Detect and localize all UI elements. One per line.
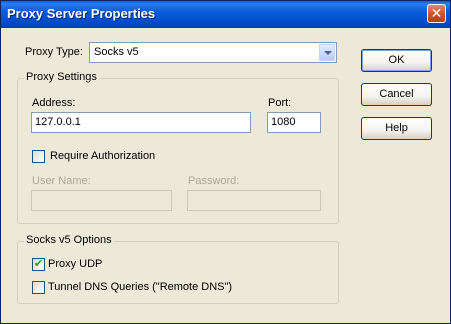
- dialog-title: Proxy Server Properties: [7, 6, 156, 21]
- username-input[interactable]: [31, 190, 172, 211]
- socks-options-group: Socks v5 Options: [17, 234, 339, 304]
- username-label: User Name:: [32, 175, 91, 187]
- close-button[interactable]: ✕: [427, 4, 446, 23]
- port-label: Port:: [268, 97, 292, 109]
- proxy-server-properties-dialog: Proxy Server Properties ✕ Proxy Type: So…: [0, 0, 451, 324]
- ok-button[interactable]: OK: [361, 49, 432, 72]
- title-bar[interactable]: Proxy Server Properties ✕: [1, 1, 450, 28]
- address-input[interactable]: 127.0.0.1: [31, 112, 251, 133]
- help-button[interactable]: Help: [361, 117, 432, 140]
- proxy-type-label: Proxy Type:: [25, 46, 83, 58]
- close-icon: ✕: [430, 5, 443, 21]
- require-authorization-checkbox[interactable]: [32, 150, 45, 163]
- proxy-udp-label[interactable]: Proxy UDP: [48, 258, 102, 270]
- proxy-settings-group-label: Proxy Settings: [24, 71, 99, 83]
- chevron-down-icon[interactable]: [319, 44, 335, 61]
- tunnel-dns-checkbox[interactable]: [32, 281, 45, 294]
- port-input[interactable]: 1080: [267, 112, 321, 133]
- proxy-type-value: Socks v5: [94, 46, 139, 58]
- checkmark-icon: ✔: [33, 258, 44, 270]
- tunnel-dns-label[interactable]: Tunnel DNS Queries ("Remote DNS"): [48, 281, 232, 293]
- proxy-udp-checkbox[interactable]: ✔: [32, 258, 45, 271]
- cancel-button[interactable]: Cancel: [361, 83, 432, 106]
- address-label: Address:: [32, 97, 76, 109]
- proxy-type-select[interactable]: Socks v5: [89, 42, 337, 63]
- password-label: Password:: [188, 175, 240, 187]
- socks-options-group-label: Socks v5 Options: [24, 234, 114, 246]
- password-input[interactable]: [187, 190, 321, 211]
- require-authorization-label[interactable]: Require Authorization: [50, 150, 155, 162]
